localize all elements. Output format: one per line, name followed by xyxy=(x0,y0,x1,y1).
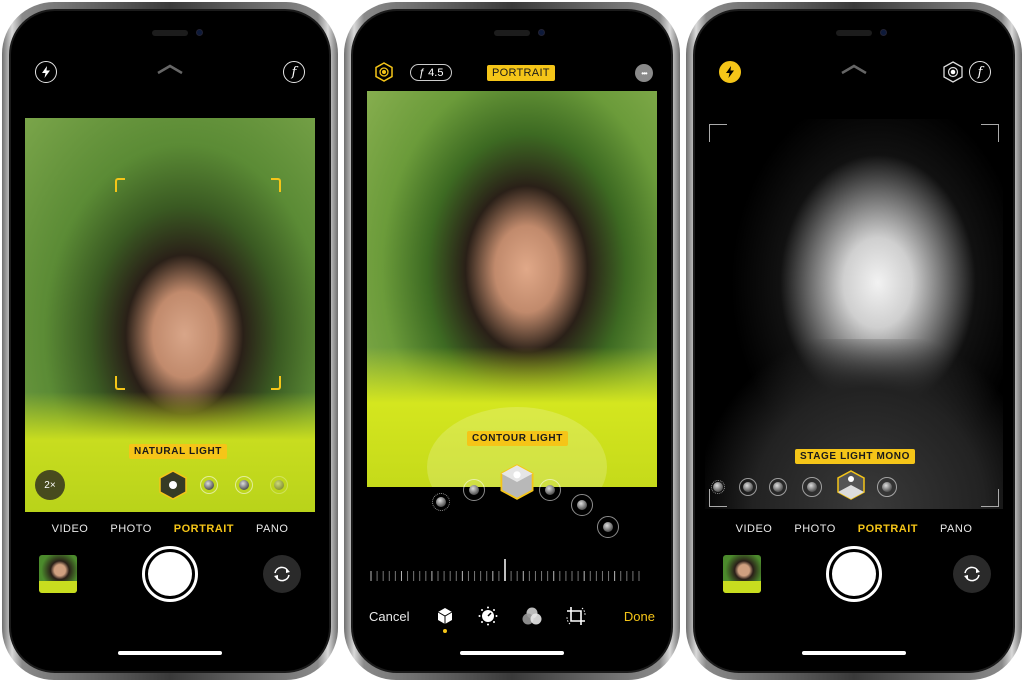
front-camera xyxy=(538,29,545,36)
contour-light-option[interactable] xyxy=(769,478,787,496)
home-indicator xyxy=(118,651,222,655)
high-key-mono-option[interactable] xyxy=(877,477,897,497)
camera-mode-selector: VIDEO PHOTO PORTRAIT PANO xyxy=(695,523,1013,535)
contour-light-option[interactable] xyxy=(235,476,253,494)
mode-portrait[interactable]: PORTRAIT xyxy=(858,523,918,535)
studio-light-option[interactable] xyxy=(739,478,757,496)
speaker-grille xyxy=(152,30,188,36)
last-photo-thumbnail[interactable] xyxy=(723,555,761,593)
natural-light-cube-icon[interactable] xyxy=(159,470,187,500)
shutter-button[interactable] xyxy=(142,546,198,602)
mode-photo[interactable]: PHOTO xyxy=(794,523,835,535)
studio-light-option[interactable] xyxy=(463,479,485,501)
lighting-effect-label: CONTOUR LIGHT xyxy=(467,431,568,446)
lighting-effect-label: STAGE LIGHT MONO xyxy=(795,449,915,464)
phone-natural-light: f NATURAL LIGHT 2× VIDEO PHOTO PORTRAIT xyxy=(2,2,338,680)
frame-corner xyxy=(709,124,727,142)
mode-portrait[interactable]: PORTRAIT xyxy=(174,523,234,535)
mode-photo[interactable]: PHOTO xyxy=(110,523,151,535)
phone-stage-light-mono: f STAGE LIGHT MONO VIDEO PHOTO PORTRAIT … xyxy=(686,2,1022,680)
zoom-2x-button[interactable]: 2× xyxy=(35,470,65,500)
speaker-grille xyxy=(836,30,872,36)
mode-pano[interactable]: PANO xyxy=(940,523,972,535)
flash-on-icon[interactable] xyxy=(719,61,741,83)
intensity-slider[interactable] xyxy=(369,557,641,583)
stage-light-mono-option[interactable] xyxy=(571,494,593,516)
flash-icon[interactable] xyxy=(35,61,57,83)
flip-camera-icon xyxy=(274,566,290,582)
flip-camera-icon xyxy=(964,566,980,582)
mode-pano[interactable]: PANO xyxy=(256,523,288,535)
active-tool-indicator xyxy=(443,629,447,633)
front-camera xyxy=(880,29,887,36)
camera-mode-selector: VIDEO PHOTO PORTRAIT PANO xyxy=(11,523,329,535)
portrait-mode-badge[interactable]: PORTRAIT xyxy=(487,65,555,81)
home-indicator xyxy=(802,651,906,655)
chevron-up-icon[interactable] xyxy=(156,63,184,75)
contour-light-cube-icon[interactable] xyxy=(500,464,534,500)
studio-light-option[interactable] xyxy=(200,476,218,494)
stage-light-option[interactable] xyxy=(539,479,561,501)
home-indicator xyxy=(460,651,564,655)
depth-hexagon-icon[interactable] xyxy=(375,62,393,82)
adjust-dial-icon[interactable] xyxy=(478,606,498,626)
chevron-up-icon[interactable] xyxy=(840,63,868,75)
mode-video[interactable]: VIDEO xyxy=(52,523,89,535)
focus-frame xyxy=(115,178,281,390)
lighting-effect-label: NATURAL LIGHT xyxy=(129,444,227,459)
more-options-button[interactable]: ••• xyxy=(635,64,653,82)
high-key-mono-option[interactable] xyxy=(597,516,619,538)
stage-light-mono-cube-icon[interactable] xyxy=(837,470,865,500)
stage-light-option[interactable] xyxy=(802,477,822,497)
front-camera xyxy=(196,29,203,36)
mode-video[interactable]: VIDEO xyxy=(736,523,773,535)
live-hexagon-icon[interactable] xyxy=(943,61,963,83)
cancel-button[interactable]: Cancel xyxy=(369,609,409,624)
done-button[interactable]: Done xyxy=(624,609,655,624)
phone-screen: f NATURAL LIGHT 2× VIDEO PHOTO PORTRAIT xyxy=(9,9,331,673)
frame-corner xyxy=(981,489,999,507)
camera-viewfinder[interactable]: NATURAL LIGHT 2× xyxy=(25,118,315,512)
natural-light-option[interactable] xyxy=(432,493,450,511)
shutter-button[interactable] xyxy=(826,546,882,602)
last-photo-thumbnail[interactable] xyxy=(39,555,77,593)
photo-preview: CONTOUR LIGHT xyxy=(367,91,657,487)
phone-contour-light-edit: ƒ 4.5 PORTRAIT ••• CONTOUR LIGHT Cancel xyxy=(344,2,680,680)
stage-light-option[interactable] xyxy=(270,476,288,494)
camera-flip-button[interactable] xyxy=(953,555,991,593)
camera-viewfinder[interactable]: STAGE LIGHT MONO xyxy=(705,119,1003,509)
aperture-button[interactable]: ƒ 4.5 xyxy=(410,64,453,81)
filters-icon[interactable] xyxy=(521,606,543,626)
camera-flip-button[interactable] xyxy=(263,555,301,593)
aperture-f-icon[interactable]: f xyxy=(283,61,305,83)
phone-screen: f STAGE LIGHT MONO VIDEO PHOTO PORTRAIT … xyxy=(693,9,1015,673)
speaker-grille xyxy=(494,30,530,36)
frame-corner xyxy=(981,124,999,142)
portrait-lighting-cube-icon[interactable] xyxy=(437,607,453,625)
natural-light-option[interactable] xyxy=(711,480,725,494)
phone-screen: ƒ 4.5 PORTRAIT ••• CONTOUR LIGHT Cancel xyxy=(351,9,673,673)
aperture-f-icon[interactable]: f xyxy=(969,61,991,83)
crop-rotate-icon[interactable] xyxy=(565,605,587,627)
